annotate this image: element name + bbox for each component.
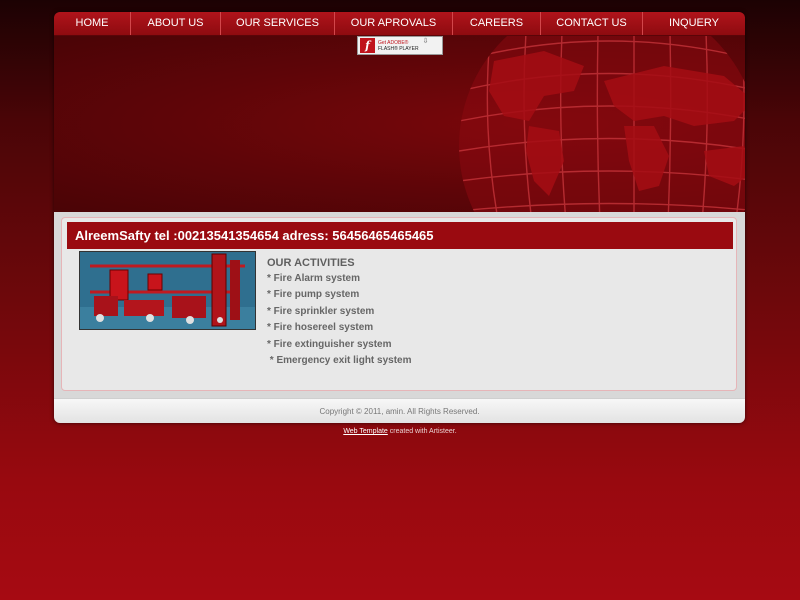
download-arrow-icon: ⇩ bbox=[422, 38, 429, 45]
nav-item-about-us[interactable]: ABOUT US bbox=[131, 12, 221, 35]
activity-item: * Emergency exit light system bbox=[267, 354, 412, 366]
nav-item-our-services[interactable]: OUR SERVICES bbox=[221, 12, 335, 35]
globe-graphic bbox=[459, 36, 745, 212]
activity-item: * Fire extinguisher system bbox=[267, 338, 392, 350]
main-nav: HOME ABOUT US OUR SERVICES OUR APROVALS … bbox=[54, 12, 745, 36]
fire-pump-equipment-image bbox=[79, 251, 256, 330]
activities-list: OUR ACTIVITIES * Fire Alarm system * Fir… bbox=[267, 255, 567, 369]
nav-item-our-aprovals[interactable]: OUR APROVALS bbox=[335, 12, 453, 35]
page-sheet: HOME ABOUT US OUR SERVICES OUR APROVALS … bbox=[54, 12, 745, 423]
nav-item-home[interactable]: HOME bbox=[54, 12, 131, 35]
activity-item: * Fire hosereel system bbox=[267, 322, 374, 334]
content-panel: AlreemSafty tel :00213541354654 adress: … bbox=[61, 217, 737, 391]
copyright-text: Copyright © 2011, amin. All Rights Reser… bbox=[319, 407, 480, 416]
post-title: AlreemSafty tel :00213541354654 adress: … bbox=[75, 228, 434, 243]
activity-item: * Fire pump system bbox=[267, 289, 360, 301]
post-title-bar: AlreemSafty tel :00213541354654 adress: … bbox=[67, 222, 733, 249]
nav-item-contact-us[interactable]: CONTACT US bbox=[541, 12, 643, 35]
flash-player-label: FLASH® PLAYER bbox=[378, 45, 419, 52]
flash-player-icon: f bbox=[360, 38, 375, 53]
nav-item-inquery[interactable]: INQUERY bbox=[643, 12, 745, 35]
credit-line: Web Template created with Artisteer. bbox=[0, 428, 800, 435]
activity-item: * Fire Alarm system bbox=[267, 273, 361, 284]
footer: Copyright © 2011, amin. All Rights Reser… bbox=[54, 398, 745, 423]
web-template-link[interactable]: Web Template bbox=[343, 428, 388, 435]
flash-badge-text: Get ADOBE® FLASH® PLAYER bbox=[378, 40, 419, 52]
activity-item: * Fire sprinkler system bbox=[267, 305, 375, 317]
header-banner: f Get ADOBE® FLASH® PLAYER ⇩ bbox=[54, 36, 745, 212]
nav-item-careers[interactable]: CAREERS bbox=[453, 12, 541, 35]
content-area: AlreemSafty tel :00213541354654 adress: … bbox=[54, 212, 745, 398]
get-flash-player-badge[interactable]: f Get ADOBE® FLASH® PLAYER ⇩ bbox=[357, 36, 443, 55]
credit-suffix: created with Artisteer. bbox=[387, 428, 457, 435]
activities-heading: OUR ACTIVITIES bbox=[267, 257, 355, 269]
